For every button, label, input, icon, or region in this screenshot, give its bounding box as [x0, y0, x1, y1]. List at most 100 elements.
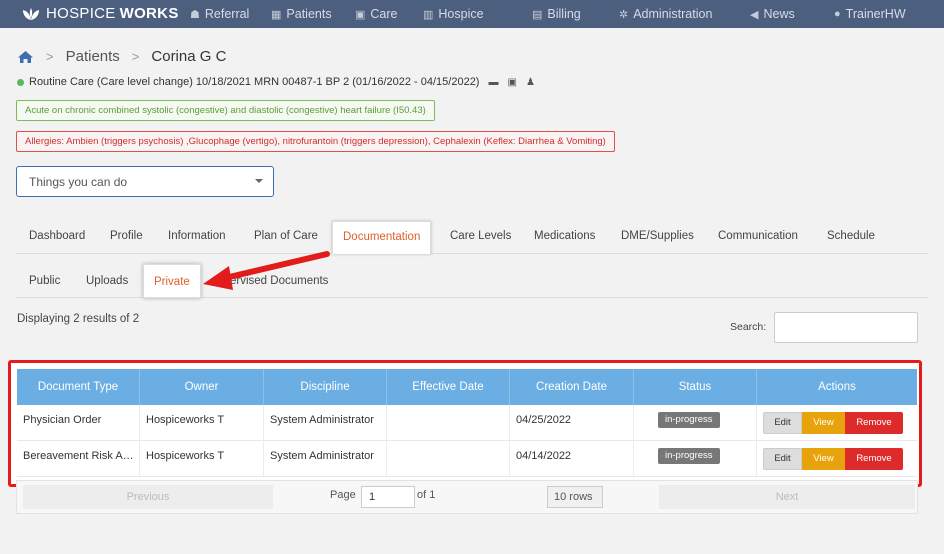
patients-icon: ▦ [271, 8, 282, 21]
nav-label: Patients [286, 7, 332, 21]
col-discipline[interactable]: Discipline [264, 369, 387, 405]
nav-user[interactable]: ● TrainerHW [834, 7, 906, 21]
cell-actions: Edit View Remove [757, 405, 917, 441]
brand-bold: WORKS [119, 5, 179, 22]
documents-table: Document Type Owner Discipline Effective… [8, 360, 922, 487]
leaf-logo-icon [23, 7, 39, 20]
nav-label: Billing [547, 7, 581, 21]
diagnosis-badge: Acute on chronic combined systolic (cong… [16, 100, 435, 121]
rows-per-page-select[interactable]: 10 rows [547, 486, 603, 508]
patient-summary: Routine Care (Care level change) 10/18/2… [17, 76, 535, 88]
page-input[interactable]: 1 [361, 486, 415, 508]
news-icon: ◀ [750, 8, 759, 21]
nav-billing[interactable]: ▤ Billing [532, 7, 581, 21]
col-status[interactable]: Status [634, 369, 757, 405]
id-card-icon[interactable]: ▣ [507, 77, 516, 88]
nav-care[interactable]: ▣ Care [355, 7, 398, 21]
cell-status: in-progress [634, 441, 757, 477]
subtab-uploads[interactable]: Uploads [86, 275, 128, 287]
nav-hospice[interactable]: ▥ Hospice [423, 7, 484, 21]
search-label: Search: [730, 321, 767, 333]
brand-logo[interactable]: HOSPICE WORKS [22, 5, 179, 22]
status-dot-icon [17, 78, 24, 86]
table-row: Physician Order Hospiceworks T System Ad… [17, 405, 917, 441]
user-icon: ● [834, 8, 841, 20]
billing-icon: ▤ [532, 8, 543, 21]
cell-effective-date [387, 405, 510, 441]
view-button[interactable]: View [802, 448, 845, 470]
next-button[interactable]: Next [659, 485, 915, 509]
cell-creation-date: 04/14/2022 [510, 441, 634, 477]
cell-discipline: System Administrator [264, 405, 387, 441]
top-nav: HOSPICE WORKS ☗ Referral ▦ Patients ▣ Care … [0, 0, 944, 28]
table-header: Document Type Owner Discipline Effective… [17, 369, 917, 405]
nav-label: News [763, 7, 795, 21]
home-icon[interactable] [17, 50, 34, 64]
col-owner[interactable]: Owner [140, 369, 264, 405]
tab-profile[interactable]: Profile [110, 230, 143, 242]
cell-document-type: Physician Order [17, 405, 140, 441]
tab-dashboard[interactable]: Dashboard [29, 230, 85, 242]
col-actions: Actions [818, 381, 856, 393]
nav-news[interactable]: ◀ News [750, 7, 795, 21]
cell-discipline: System Administrator [264, 441, 387, 477]
nav-label: Referral [204, 7, 250, 21]
table-row: Bereavement Risk Assessment Hospiceworks… [17, 441, 917, 477]
cell-owner: Hospiceworks T [140, 405, 264, 441]
care-icon: ▣ [355, 8, 366, 21]
col-effective-date[interactable]: Effective Date [387, 369, 510, 405]
patient-summary-text: Routine Care (Care level change) 10/18/2… [29, 76, 480, 88]
breadcrumb-current: Corina G C [151, 48, 227, 65]
tab-communication[interactable]: Communication [718, 230, 798, 242]
subtab-private[interactable]: Private [143, 264, 201, 298]
main-tabs: Dashboard Profile Information Plan of Ca… [16, 221, 928, 254]
documentation-subtabs: Public Uploads Private ervised Documents [16, 264, 928, 298]
page-label: Page [330, 489, 356, 501]
cell-owner: Hospiceworks T [140, 441, 264, 477]
tab-information[interactable]: Information [168, 230, 226, 242]
caret-down-icon [255, 179, 263, 183]
chevron-right-icon: > [46, 49, 54, 64]
cell-effective-date [387, 441, 510, 477]
nav-label: TrainerHW [845, 7, 906, 21]
view-button[interactable]: View [802, 412, 845, 434]
results-count: Displaying 2 results of 2 [17, 313, 140, 325]
col-document-type[interactable]: Document Type [17, 369, 140, 405]
cell-creation-date: 04/25/2022 [510, 405, 634, 441]
remove-button[interactable]: Remove [845, 412, 903, 434]
breadcrumb-patients[interactable]: Patients [66, 48, 120, 65]
nav-administration[interactable]: ✲ Administration [619, 7, 712, 21]
col-creation-date[interactable]: Creation Date [510, 369, 634, 405]
nav-label: Hospice [438, 7, 484, 21]
cell-actions: Edit View Remove [757, 441, 917, 477]
edit-button[interactable]: Edit [763, 448, 802, 470]
pagination: Previous Page 1 of 1 10 rows Next [16, 480, 918, 514]
dropdown-label: Things you can do [29, 175, 128, 189]
previous-button[interactable]: Previous [23, 485, 273, 509]
things-you-can-do-dropdown[interactable]: Things you can do [16, 166, 274, 197]
remove-button[interactable]: Remove [845, 448, 903, 470]
referral-icon: ☗ [190, 8, 200, 21]
tab-documentation[interactable]: Documentation [332, 221, 432, 254]
status-badge: in-progress [658, 448, 720, 464]
nav-patients[interactable]: ▦ Patients [271, 7, 332, 21]
hospice-icon: ▥ [423, 8, 434, 21]
group-icon[interactable]: ♟ [526, 77, 535, 88]
nav-label: Care [370, 7, 398, 21]
brand-light: HOSPICE [46, 5, 116, 22]
annotation-arrow-icon [203, 251, 330, 290]
tab-schedule[interactable]: Schedule [827, 230, 875, 242]
tab-dme-supplies[interactable]: DME/Supplies [621, 230, 694, 242]
edit-button[interactable]: Edit [763, 412, 802, 434]
nav-label: Administration [633, 7, 713, 21]
tab-care-levels[interactable]: Care Levels [450, 230, 511, 242]
page-of-label: of 1 [417, 489, 436, 501]
tab-medications[interactable]: Medications [534, 230, 595, 242]
search-input[interactable] [774, 312, 918, 343]
bed-icon[interactable]: ▬ [488, 77, 498, 88]
cell-document-type: Bereavement Risk Assessment [17, 441, 140, 477]
administration-icon: ✲ [619, 8, 629, 21]
subtab-public[interactable]: Public [29, 275, 60, 287]
nav-referral[interactable]: ☗ Referral [190, 7, 249, 21]
tab-plan-of-care[interactable]: Plan of Care [254, 230, 318, 242]
